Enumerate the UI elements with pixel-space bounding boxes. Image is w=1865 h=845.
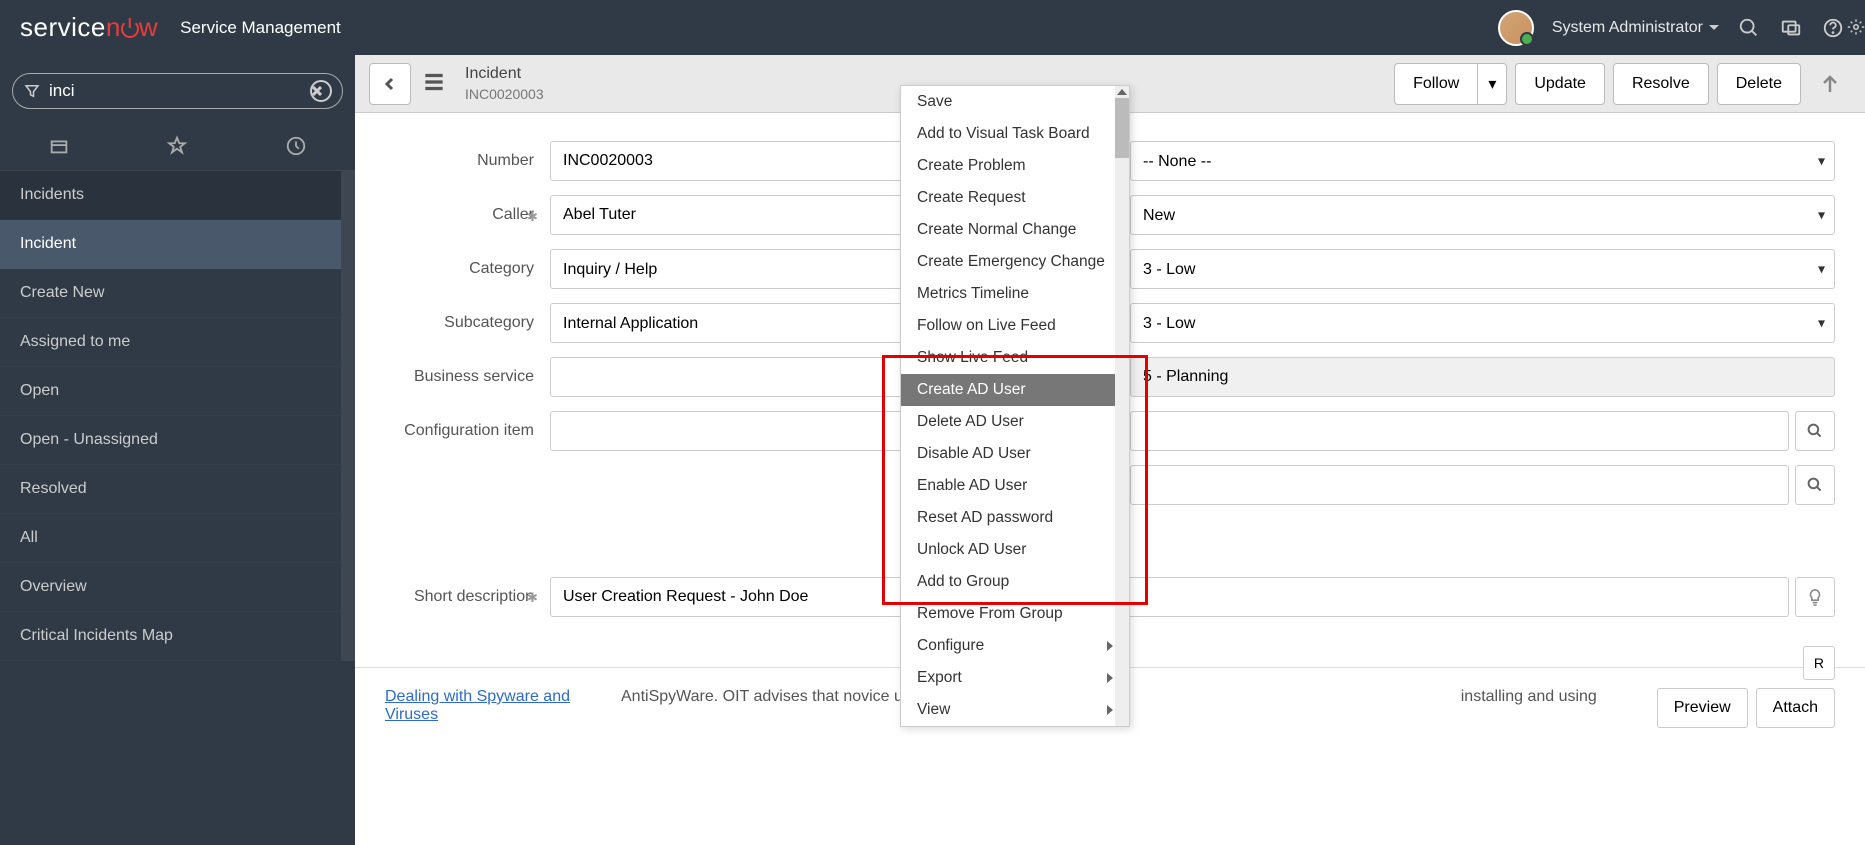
short-description-label: Short description [385, 587, 550, 608]
chevron-right-icon [1107, 705, 1113, 715]
clear-icon[interactable] [310, 80, 332, 102]
cm-delete-ad-user[interactable]: Delete AD User [901, 406, 1129, 438]
search-icon[interactable] [1795, 465, 1835, 505]
related-toggle[interactable]: R [1803, 646, 1835, 680]
cm-create-problem[interactable]: Create Problem [901, 150, 1129, 182]
follow-button[interactable]: Follow ▾ [1394, 63, 1507, 105]
nav-item-assigned-to-me[interactable]: Assigned to me [0, 318, 355, 367]
avatar[interactable] [1498, 10, 1534, 46]
nav-filter-input[interactable] [49, 81, 310, 101]
menu-icon[interactable] [421, 69, 447, 98]
cm-create-emergency-change[interactable]: Create Emergency Change [901, 246, 1129, 278]
scrollbar[interactable] [341, 171, 355, 661]
chevron-right-icon [1107, 673, 1113, 683]
search-icon[interactable] [1795, 411, 1835, 451]
update-button[interactable]: Update [1515, 63, 1605, 105]
config-item-label: Configuration item [385, 422, 550, 440]
cm-create-ad-user[interactable]: Create AD User [901, 374, 1129, 406]
impact-select[interactable]: 3 - Low [1130, 249, 1835, 289]
caller-field[interactable] [550, 195, 952, 235]
history-tab[interactable] [285, 135, 307, 160]
nav-tabs [0, 121, 355, 171]
chat-icon[interactable] [1779, 16, 1803, 40]
related-link[interactable]: Dealing with Spyware and Viruses [385, 688, 585, 724]
filter-icon [23, 82, 41, 100]
category-label: Category [385, 260, 550, 278]
app-header: servicenw Service Management System Admi… [0, 0, 1865, 55]
nav-item-resolved[interactable]: Resolved [0, 465, 355, 514]
cm-save[interactable]: Save [901, 86, 1129, 118]
cm-metrics-timeline[interactable]: Metrics Timeline [901, 278, 1129, 310]
contact-type-select[interactable]: -- None -- [1130, 141, 1835, 181]
cm-export[interactable]: Export [901, 662, 1129, 694]
scrollbar[interactable] [1115, 86, 1129, 726]
preview-button[interactable]: Preview [1657, 688, 1748, 728]
cm-show-live-feed[interactable]: Show Live Feed [901, 342, 1129, 374]
favorites-tab[interactable] [166, 135, 188, 160]
product-title: Service Management [180, 18, 341, 38]
state-select[interactable]: New [1130, 195, 1835, 235]
search-icon[interactable] [1737, 16, 1761, 40]
logo: servicenw [20, 12, 158, 43]
cm-add-visual-task-board[interactable]: Add to Visual Task Board [901, 118, 1129, 150]
up-arrow-icon[interactable] [1809, 63, 1851, 105]
resolve-button[interactable]: Resolve [1613, 63, 1709, 105]
cm-create-request[interactable]: Create Request [901, 182, 1129, 214]
nav-item-create-new[interactable]: Create New [0, 269, 355, 318]
left-sidebar: Incidents Incident Create New Assigned t… [0, 55, 355, 845]
cm-remove-from-group[interactable]: Remove From Group [901, 598, 1129, 630]
help-icon[interactable] [1821, 16, 1845, 40]
nav-list: Incidents Incident Create New Assigned t… [0, 171, 355, 661]
cm-unlock-ad-user[interactable]: Unlock AD User [901, 534, 1129, 566]
priority-field [1130, 357, 1835, 397]
nav-item-overview[interactable]: Overview [0, 563, 355, 612]
assignment-group-field[interactable] [1130, 411, 1789, 451]
nav-item-open[interactable]: Open [0, 367, 355, 416]
assigned-to-field[interactable] [1130, 465, 1789, 505]
username-dropdown[interactable]: System Administrator [1552, 19, 1719, 37]
back-button[interactable] [369, 63, 411, 105]
delete-button[interactable]: Delete [1717, 63, 1801, 105]
cm-follow-live-feed[interactable]: Follow on Live Feed [901, 310, 1129, 342]
subcategory-label: Subcategory [385, 314, 550, 332]
cm-create-normal-change[interactable]: Create Normal Change [901, 214, 1129, 246]
short-description-field[interactable] [550, 577, 1789, 617]
cm-add-to-group[interactable]: Add to Group [901, 566, 1129, 598]
nav-item-all[interactable]: All [0, 514, 355, 563]
nav-item-incidents[interactable]: Incidents [0, 171, 355, 220]
chevron-right-icon [1107, 641, 1113, 651]
related-desc-right: installing and using [1461, 688, 1621, 706]
nav-item-incident[interactable]: Incident [0, 220, 355, 269]
cm-reset-ad-password[interactable]: Reset AD password [901, 502, 1129, 534]
power-icon [121, 20, 139, 38]
gear-icon[interactable] [1847, 15, 1865, 42]
cm-disable-ad-user[interactable]: Disable AD User [901, 438, 1129, 470]
chevron-down-icon[interactable]: ▾ [1477, 63, 1507, 105]
attach-button[interactable]: Attach [1756, 688, 1835, 728]
cm-configure[interactable]: Configure [901, 630, 1129, 662]
cm-enable-ad-user[interactable]: Enable AD User [901, 470, 1129, 502]
breadcrumb: Incident INC0020003 [465, 64, 544, 103]
all-apps-tab[interactable] [48, 135, 70, 160]
number-label: Number [385, 152, 550, 170]
cm-view[interactable]: View [901, 694, 1129, 726]
caller-label: Caller [385, 206, 550, 224]
business-service-label: Business service [385, 368, 550, 386]
chevron-down-icon [1709, 25, 1719, 30]
nav-filter[interactable] [12, 73, 343, 109]
nav-item-open-unassigned[interactable]: Open - Unassigned [0, 416, 355, 465]
urgency-select[interactable]: 3 - Low [1130, 303, 1835, 343]
suggestion-icon[interactable] [1795, 577, 1835, 617]
context-menu: Save Add to Visual Task Board Create Pro… [900, 85, 1130, 727]
nav-item-critical-map[interactable]: Critical Incidents Map [0, 612, 355, 661]
